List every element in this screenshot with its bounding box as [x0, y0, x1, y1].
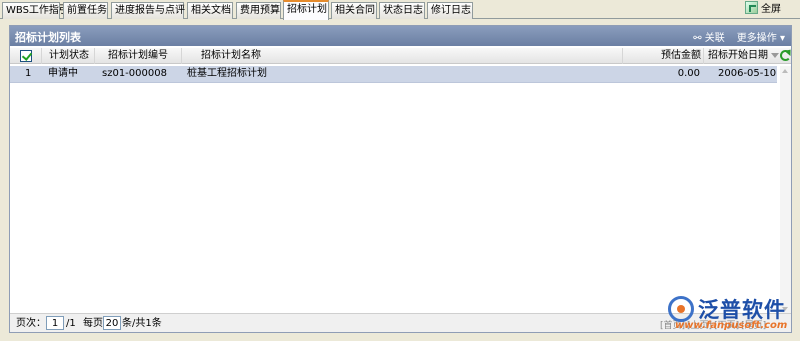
fullscreen-button[interactable]: 全屏: [745, 0, 781, 15]
tab-wbs-guide[interactable]: WBS工作指引: [2, 2, 69, 19]
link-button[interactable]: ⚯ 关联: [693, 29, 725, 44]
page-total: /1: [66, 318, 76, 329]
tab-status-log[interactable]: 状态日志: [379, 2, 425, 19]
column-header-name[interactable]: 招标计划名称: [183, 48, 623, 64]
scroll-up-icon[interactable]: [782, 69, 788, 73]
tab-cost-budget[interactable]: 费用预算: [236, 2, 281, 19]
column-header-status[interactable]: 计划状态: [43, 48, 95, 64]
tab-related-documents[interactable]: 相关文档: [187, 2, 233, 19]
per-page-label: 每页: [83, 318, 103, 329]
row-amount: 0.00: [677, 68, 700, 79]
header-select-cell: [10, 48, 42, 64]
row-index: 1: [25, 68, 32, 79]
page-number-input[interactable]: [46, 316, 64, 330]
tab-progress-reports[interactable]: 进度报告与点评: [111, 2, 185, 19]
refresh-icon[interactable]: [780, 50, 791, 61]
column-header-code[interactable]: 招标计划编号: [96, 48, 182, 64]
panel-header: 招标计划列表 ⚯ 关联 更多操作 ▾: [10, 26, 791, 46]
tab-related-contracts[interactable]: 相关合同: [331, 2, 377, 19]
tab-bar: WBS工作指引 前置任务 进度报告与点评 相关文档 费用预算 招标计划 相关合同…: [0, 0, 800, 20]
column-header-start-date[interactable]: 招标开始日期: [705, 48, 779, 64]
link-icon: ⚯: [693, 33, 705, 44]
panel-title: 招标计划列表: [15, 31, 81, 44]
table-row[interactable]: 1 申请中 sz01-000008 桩基工程招标计划 0.00 2006-05-…: [10, 66, 777, 83]
row-code: sz01-000008: [102, 68, 167, 79]
fullscreen-label: 全屏: [761, 4, 781, 15]
vertical-scrollbar[interactable]: [780, 66, 791, 314]
more-actions-button[interactable]: 更多操作 ▾: [737, 29, 785, 44]
row-start-date: 2006-05-10: [718, 68, 777, 79]
row-name[interactable]: 桩基工程招标计划: [187, 66, 267, 83]
tender-plan-panel: 招标计划列表 ⚯ 关联 更多操作 ▾ 计划状态 招标计划编号 招标计划名称 预估…: [9, 25, 792, 333]
panel-actions: ⚯ 关联 更多操作 ▾: [693, 29, 785, 44]
grid-header: 计划状态 招标计划编号 招标计划名称 预估金额 招标开始日期: [10, 48, 791, 64]
brand-url: www.fanpusoft.com: [675, 320, 788, 331]
record-summary: 条/共1条: [122, 318, 162, 329]
tab-tender-plan[interactable]: 招标计划: [283, 0, 329, 20]
sort-arrow-icon: [771, 52, 779, 58]
brand-logo-icon: [668, 296, 694, 322]
link-label: 关联: [704, 33, 725, 44]
tab-predecessor-tasks[interactable]: 前置任务: [63, 2, 108, 19]
per-page-input[interactable]: [103, 316, 121, 330]
tab-revision-log[interactable]: 修订日志: [427, 2, 473, 19]
column-header-amount[interactable]: 预估金额: [624, 48, 704, 64]
fullscreen-icon: [745, 1, 758, 14]
more-actions-label: 更多操作: [736, 33, 777, 44]
page-label: 页次：: [16, 318, 46, 329]
chevron-down-icon: ▾: [776, 33, 785, 44]
row-status: 申请中: [48, 68, 78, 79]
column-header-start-date-label: 招标开始日期: [708, 50, 768, 61]
